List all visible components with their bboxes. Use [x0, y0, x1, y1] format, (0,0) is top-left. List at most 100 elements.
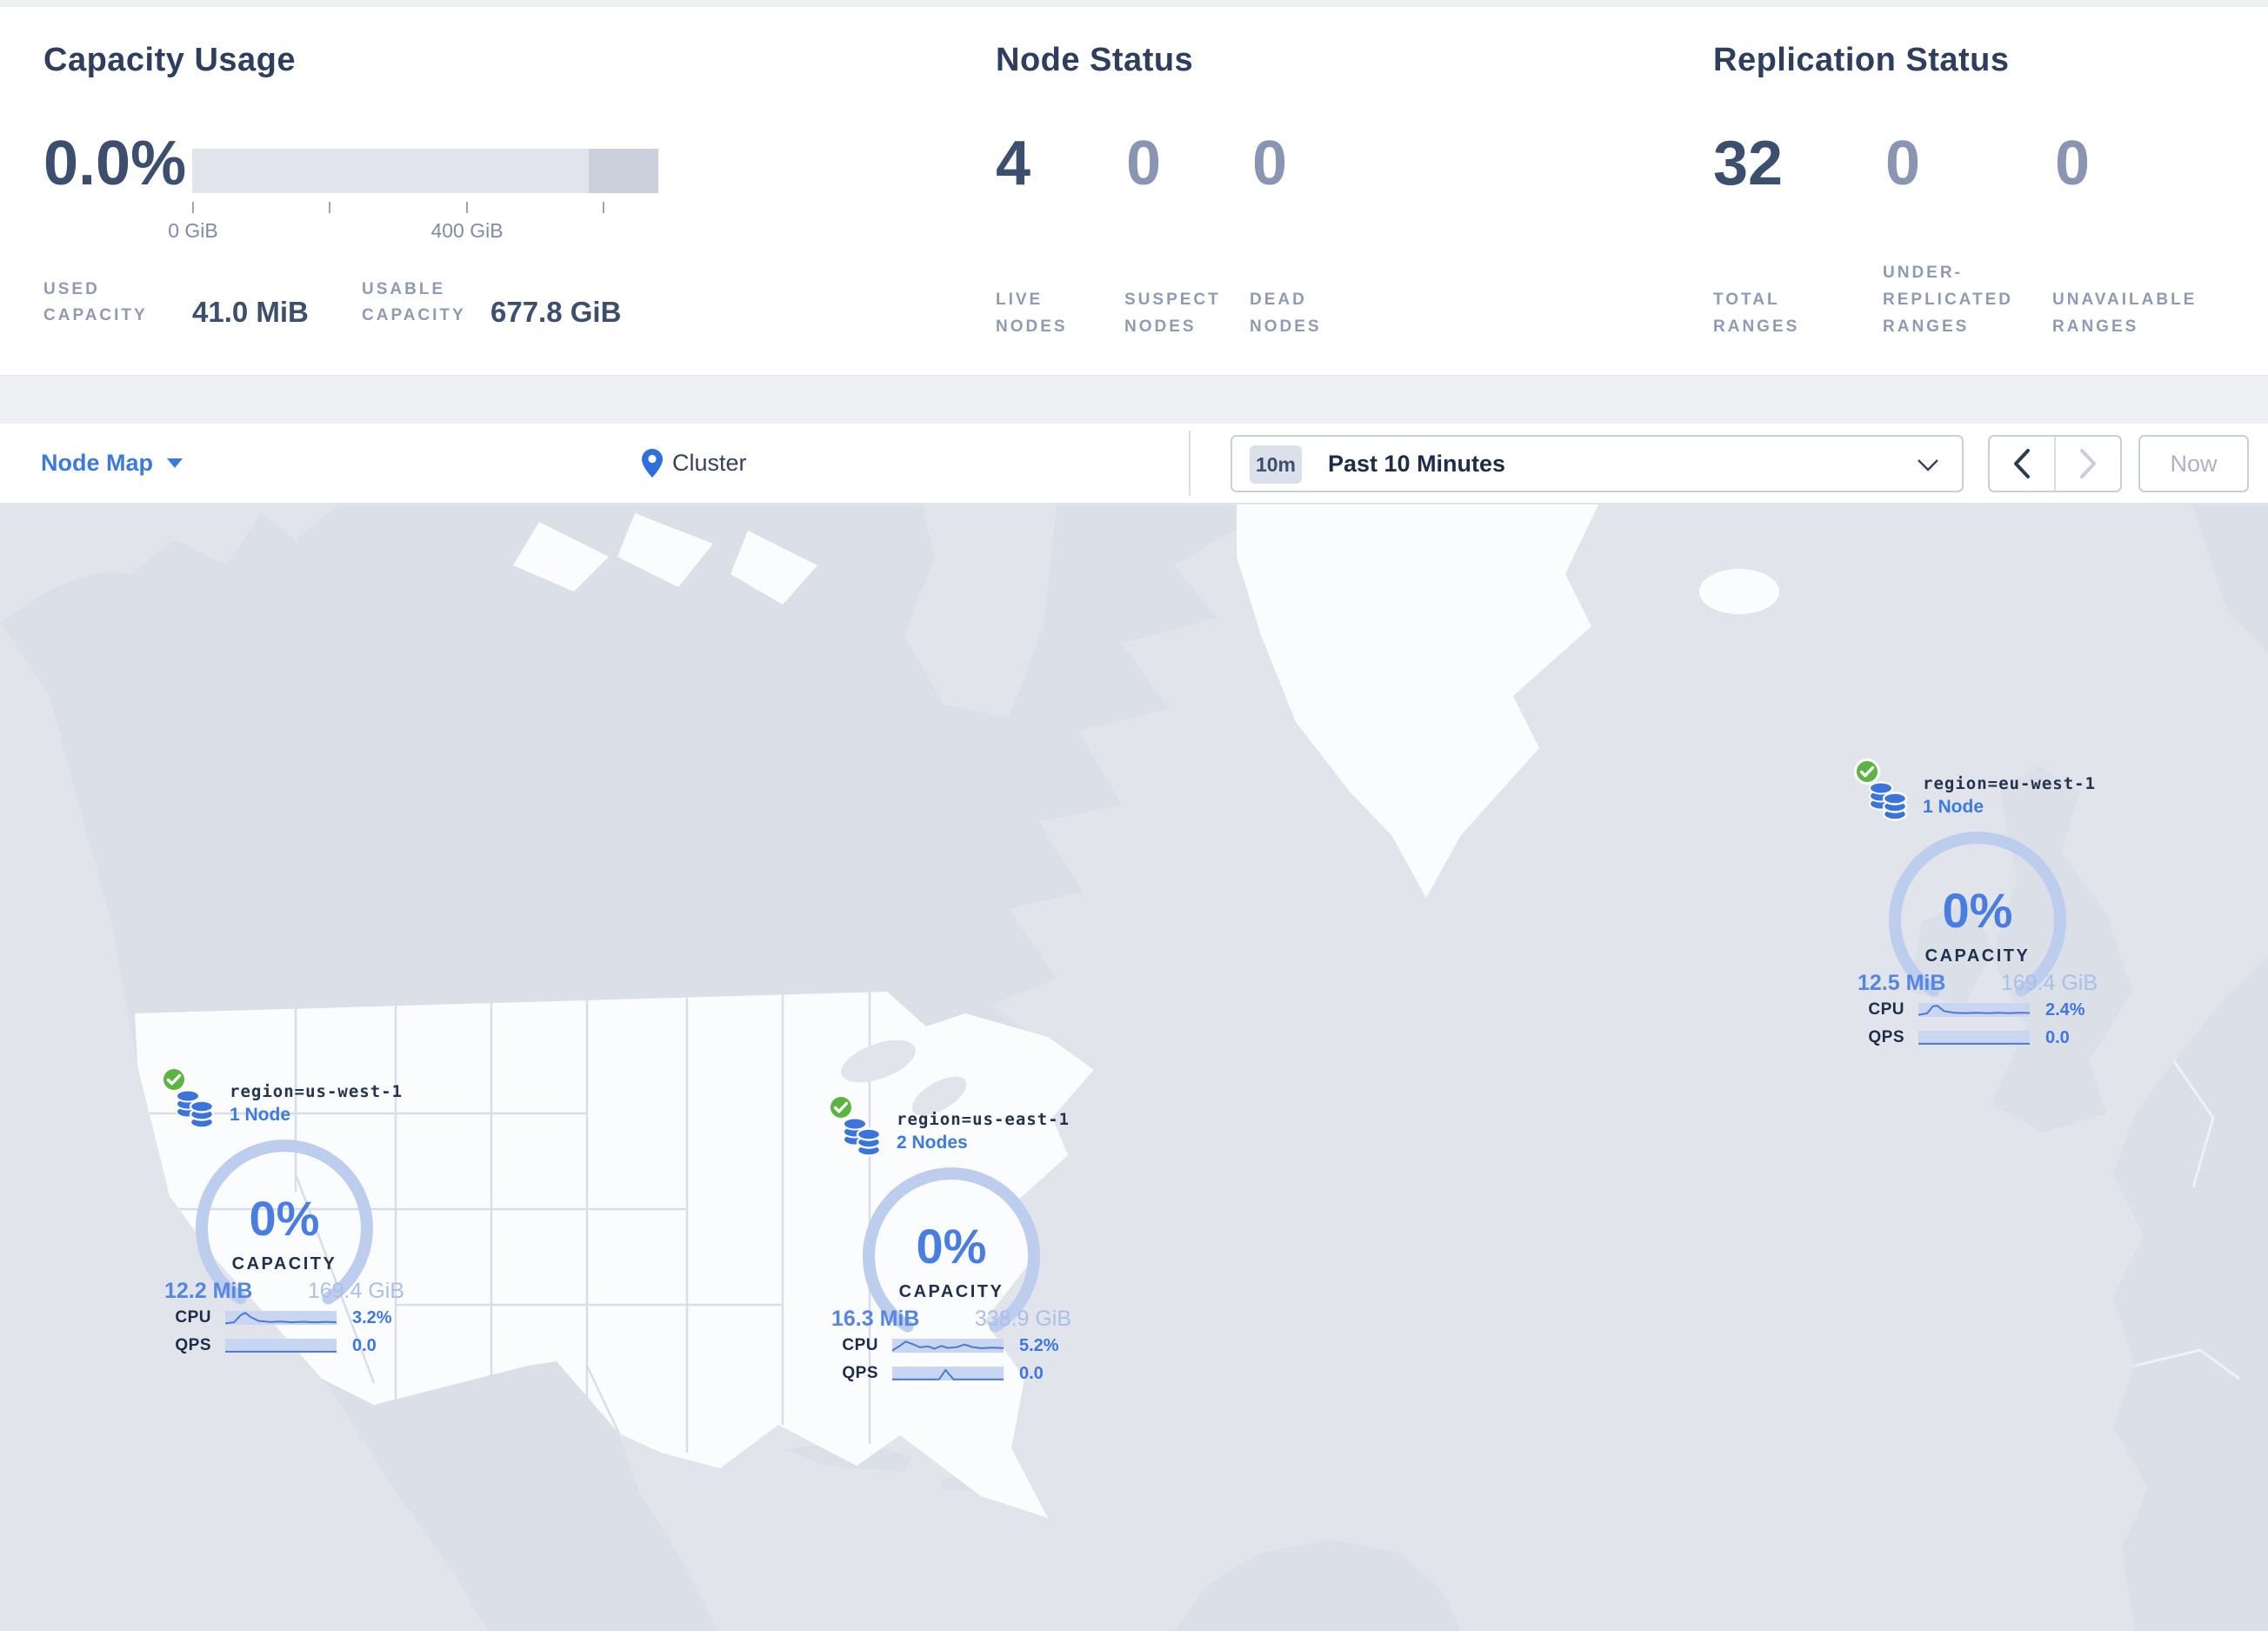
qps-label: QPS: [175, 1336, 211, 1354]
qps-value: 0.0: [1019, 1363, 1044, 1383]
live-nodes-count: 4: [996, 129, 1031, 198]
total-ranges-count: 32: [1713, 129, 1784, 198]
time-prev-button[interactable]: [1990, 437, 2056, 491]
marker-node-count: 1 Node: [1923, 797, 1984, 817]
chevron-left-icon: [2014, 449, 2030, 478]
cpu-value: 2.4%: [2045, 999, 2085, 1019]
capacity-bar-segment: [589, 149, 658, 193]
unavailable-label: UNAVAILABLE RANGES: [2052, 291, 2198, 336]
marker-capacity-label: CAPACITY: [1924, 946, 2031, 966]
region-marker-eu-west-1[interactable]: region=eu-west-1 1 Node 0% CAPACITY 12.5…: [1847, 752, 2108, 1058]
cpu-sparkline: [892, 1339, 1004, 1353]
breadcrumb[interactable]: Cluster: [642, 424, 747, 503]
marker-capacity-values: 12.2 MiB 169.4 GiB: [164, 1279, 404, 1304]
database-stack-icon: [843, 1117, 882, 1157]
region-marker-us-west-1[interactable]: region=us-west-1 1 Node 0% CAPACITY 12.2…: [154, 1059, 415, 1366]
axis-tick-label: 0 GiB: [168, 219, 218, 242]
used-capacity-label: USED CAPACITY: [43, 280, 148, 324]
suspect-nodes-label: SUSPECT NODES: [1124, 291, 1221, 336]
under-replicated-label: UNDER- REPLICATED RANGES: [1883, 264, 2013, 336]
view-selector-dropdown[interactable]: Node Map: [41, 424, 183, 503]
map-toolbar: Node Map Cluster 10m Past 10 Minutes Now: [0, 424, 2268, 505]
qps-sparkline: [892, 1367, 1004, 1380]
now-button[interactable]: Now: [2138, 435, 2249, 492]
cpu-label: CPU: [842, 1336, 878, 1354]
marker-region-label: region=eu-west-1: [1923, 774, 2097, 793]
unavailable-count: 0: [2055, 129, 2091, 198]
database-stack-icon: [176, 1089, 215, 1129]
marker-qps-row: QPS 0.0: [163, 1336, 415, 1355]
qps-value: 0.0: [352, 1335, 377, 1355]
map-pin-icon: [642, 449, 663, 478]
marker-capacity-label: CAPACITY: [231, 1254, 337, 1273]
usable-capacity-label: USABLE CAPACITY: [362, 280, 466, 324]
marker-capacity-values: 16.3 MiB 338.9 GiB: [831, 1307, 1071, 1332]
qps-sparkline: [1918, 1031, 2030, 1045]
axis-tick: [329, 202, 330, 213]
marker-capacity-percent: 0%: [249, 1191, 320, 1246]
marker-used-value: 12.5 MiB: [1858, 971, 1946, 995]
time-pager: [1988, 435, 2122, 492]
toolbar-divider: [1189, 431, 1191, 496]
cpu-label: CPU: [175, 1308, 211, 1327]
marker-capacity-percent: 0%: [916, 1219, 987, 1273]
cpu-value: 3.2%: [352, 1307, 392, 1327]
cpu-label: CPU: [1868, 1000, 1904, 1019]
cpu-sparkline: [225, 1311, 337, 1325]
time-next-button[interactable]: [2056, 437, 2120, 491]
used-capacity-value: 41.0 MiB: [192, 296, 309, 328]
node-map[interactable]: region=us-west-1 1 Node 0% CAPACITY 12.2…: [0, 505, 2268, 1631]
axis-tick-label: 400 GiB: [430, 219, 504, 242]
marker-total-value: 169.4 GiB: [2000, 971, 2098, 995]
marker-cpu-row: CPU 5.2%: [830, 1336, 1082, 1355]
marker-used-value: 12.2 MiB: [164, 1279, 253, 1303]
marker-cpu-row: CPU 3.2%: [163, 1308, 415, 1327]
marker-node-count: 1 Node: [230, 1105, 291, 1125]
marker-region-label: region=us-east-1: [897, 1110, 1071, 1129]
under-replicated-count: 0: [1885, 129, 1921, 198]
total-ranges-label: TOTAL RANGES: [1713, 291, 1800, 336]
capacity-usage-title: Capacity Usage: [43, 42, 297, 78]
chevron-right-icon: [2080, 449, 2096, 478]
marker-capacity-label: CAPACITY: [898, 1282, 1004, 1301]
marker-capacity-values: 12.5 MiB 169.4 GiB: [1858, 971, 2098, 996]
marker-node-count: 2 Nodes: [897, 1133, 968, 1153]
cpu-sparkline: [1918, 1003, 2030, 1017]
caret-down-icon: [167, 458, 183, 468]
qps-label: QPS: [1868, 1028, 1904, 1046]
marker-total-value: 338.9 GiB: [974, 1307, 1071, 1331]
marker-used-value: 16.3 MiB: [831, 1307, 920, 1331]
marker-qps-row: QPS 0.0: [1856, 1028, 2108, 1047]
database-stack-icon: [1869, 781, 1908, 821]
capacity-percent: 0.0%: [43, 129, 187, 198]
marker-total-value: 169.4 GiB: [307, 1279, 404, 1303]
axis-tick: [603, 202, 604, 213]
chevron-down-icon: [1918, 459, 1938, 471]
usable-capacity-value: 677.8 GiB: [490, 296, 622, 328]
qps-value: 0.0: [2045, 1027, 2070, 1047]
dead-nodes-count: 0: [1252, 129, 1288, 198]
marker-qps-row: QPS 0.0: [830, 1364, 1082, 1383]
axis-tick: [466, 202, 468, 213]
view-selector-label: Node Map: [41, 450, 154, 476]
axis-tick: [192, 202, 194, 213]
node-status-title: Node Status: [996, 42, 1194, 78]
qps-label: QPS: [842, 1364, 878, 1382]
cpu-value: 5.2%: [1019, 1335, 1059, 1355]
cluster-summary-bar: Capacity Usage 0.0% 0 GiB 400 GiB USED C…: [0, 7, 2268, 376]
time-range-select[interactable]: 10m Past 10 Minutes: [1231, 435, 1964, 492]
breadcrumb-label: Cluster: [672, 450, 747, 476]
live-nodes-label: LIVE NODES: [996, 291, 1068, 336]
replication-status-title: Replication Status: [1713, 42, 2010, 78]
cluster-overview-page: Capacity Usage 0.0% 0 GiB 400 GiB USED C…: [0, 0, 2268, 1631]
qps-sparkline: [225, 1339, 337, 1353]
marker-capacity-percent: 0%: [1942, 883, 2013, 938]
time-window-badge: 10m: [1250, 445, 1302, 484]
dead-nodes-label: DEAD NODES: [1250, 291, 1322, 336]
region-marker-us-east-1[interactable]: region=us-east-1 2 Nodes 0% CAPACITY 16.…: [821, 1087, 1082, 1394]
marker-cpu-row: CPU 2.4%: [1856, 1000, 2108, 1019]
marker-region-label: region=us-west-1: [230, 1082, 404, 1101]
capacity-bar: [192, 149, 658, 193]
time-range-label: Past 10 Minutes: [1328, 451, 1506, 477]
suspect-nodes-count: 0: [1126, 129, 1162, 198]
